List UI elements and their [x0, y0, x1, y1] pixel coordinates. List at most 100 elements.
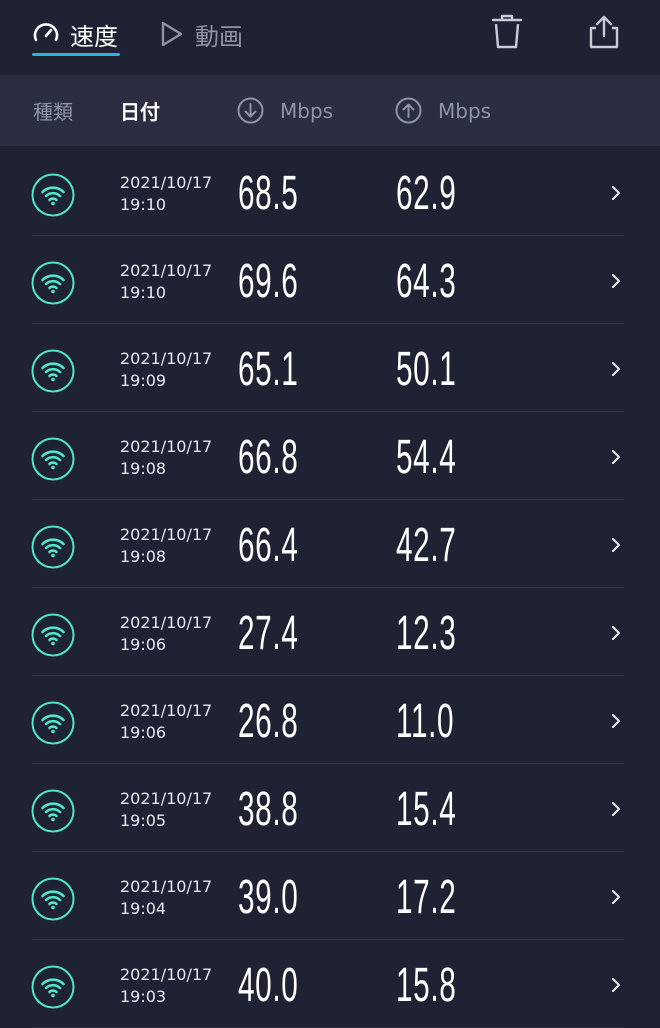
wifi-icon [31, 261, 75, 305]
upload-unit-label: Mbps [438, 98, 492, 123]
result-row[interactable]: 2021/10/17 19:08 66.8 54.4 [0, 412, 660, 500]
wifi-icon [31, 701, 75, 745]
result-date: 2021/10/17 [120, 173, 213, 192]
download-speed-value: 38.8 [238, 783, 299, 836]
result-datetime: 2021/10/17 19:08 [120, 436, 212, 480]
wifi-icon [31, 173, 75, 217]
arrow-up-circle-icon [395, 97, 422, 124]
result-date: 2021/10/17 [120, 789, 213, 808]
result-date: 2021/10/17 [120, 437, 213, 456]
arrow-down-circle-icon [237, 97, 264, 124]
result-row[interactable]: 2021/10/17 19:08 66.4 42.7 [0, 500, 660, 588]
result-row[interactable]: 2021/10/17 19:03 40.0 15.8 [0, 940, 660, 1028]
result-datetime: 2021/10/17 19:06 [120, 612, 212, 656]
result-time: 19:08 [120, 547, 167, 566]
result-time: 19:03 [120, 987, 167, 1006]
result-time: 19:08 [120, 459, 167, 478]
upload-column-header[interactable]: Mbps [395, 75, 491, 146]
result-row[interactable]: 2021/10/17 19:10 69.6 64.3 [0, 236, 660, 324]
chevron-right-icon [612, 714, 620, 728]
result-date: 2021/10/17 [120, 613, 213, 632]
result-datetime: 2021/10/17 19:06 [120, 700, 212, 744]
result-date: 2021/10/17 [120, 701, 213, 720]
result-date: 2021/10/17 [120, 877, 213, 896]
chevron-right-icon [612, 274, 620, 288]
chevron-right-icon [612, 978, 620, 992]
top-bar: 速度 動画 [0, 0, 660, 75]
upload-speed-value: 15.8 [396, 959, 457, 1012]
upload-speed-value: 17.2 [396, 871, 457, 924]
download-speed-value: 69.6 [238, 255, 299, 308]
play-icon [161, 21, 183, 47]
result-time: 19:10 [120, 283, 167, 302]
result-datetime: 2021/10/17 19:04 [120, 876, 212, 920]
trash-icon[interactable] [490, 14, 524, 50]
wifi-icon [31, 789, 75, 833]
upload-speed-value: 12.3 [396, 607, 457, 660]
download-speed-value: 26.8 [238, 695, 299, 748]
upload-speed-value: 50.1 [396, 343, 457, 396]
result-datetime: 2021/10/17 19:05 [120, 788, 212, 832]
date-column-header[interactable]: 日付 [120, 75, 160, 146]
result-datetime: 2021/10/17 19:10 [120, 172, 212, 216]
wifi-icon [31, 349, 75, 393]
upload-speed-value: 64.3 [396, 255, 457, 308]
results-list: 2021/10/17 19:10 68.5 62.9 2021/10/17 19… [0, 148, 660, 1028]
download-speed-value: 39.0 [238, 871, 299, 924]
result-row[interactable]: 2021/10/17 19:05 38.8 15.4 [0, 764, 660, 852]
chevron-right-icon [612, 626, 620, 640]
tab-video-label: 動画 [195, 22, 243, 51]
wifi-icon [31, 437, 75, 481]
result-row[interactable]: 2021/10/17 19:06 27.4 12.3 [0, 588, 660, 676]
chevron-right-icon [612, 538, 620, 552]
result-row[interactable]: 2021/10/17 19:06 26.8 11.0 [0, 676, 660, 764]
upload-speed-value: 62.9 [396, 167, 457, 220]
results-table-header: 種類 日付 Mbps Mbps [0, 75, 660, 146]
result-date: 2021/10/17 [120, 525, 213, 544]
result-time: 19:06 [120, 723, 167, 742]
result-time: 19:09 [120, 371, 167, 390]
result-row[interactable]: 2021/10/17 19:04 39.0 17.2 [0, 852, 660, 940]
result-date: 2021/10/17 [120, 965, 213, 984]
chevron-right-icon [612, 802, 620, 816]
chevron-right-icon [612, 450, 620, 464]
download-speed-value: 65.1 [238, 343, 299, 396]
result-datetime: 2021/10/17 19:08 [120, 524, 212, 568]
result-date: 2021/10/17 [120, 261, 213, 280]
tab-speed[interactable]: 速度 [32, 14, 118, 54]
result-datetime: 2021/10/17 19:03 [120, 964, 212, 1008]
download-speed-value: 27.4 [238, 607, 299, 660]
upload-speed-value: 15.4 [396, 783, 457, 836]
result-date: 2021/10/17 [120, 349, 213, 368]
upload-speed-value: 42.7 [396, 519, 457, 572]
download-speed-value: 66.4 [238, 519, 299, 572]
result-time: 19:10 [120, 195, 167, 214]
result-datetime: 2021/10/17 19:10 [120, 260, 212, 304]
active-tab-indicator [32, 53, 120, 56]
result-datetime: 2021/10/17 19:09 [120, 348, 212, 392]
result-row[interactable]: 2021/10/17 19:10 68.5 62.9 [0, 148, 660, 236]
download-speed-value: 40.0 [238, 959, 299, 1012]
tab-video[interactable]: 動画 [157, 14, 243, 54]
tab-speed-label: 速度 [70, 22, 118, 51]
result-time: 19:04 [120, 899, 167, 918]
chevron-right-icon [612, 362, 620, 376]
result-time: 19:06 [120, 635, 167, 654]
chevron-right-icon [612, 186, 620, 200]
download-unit-label: Mbps [280, 98, 334, 123]
download-column-header[interactable]: Mbps [237, 75, 333, 146]
download-speed-value: 68.5 [238, 167, 299, 220]
wifi-icon [31, 965, 75, 1009]
type-column-header[interactable]: 種類 [33, 75, 73, 146]
result-time: 19:05 [120, 811, 167, 830]
speedometer-icon [33, 23, 59, 42]
result-row[interactable]: 2021/10/17 19:09 65.1 50.1 [0, 324, 660, 412]
share-icon[interactable] [587, 14, 621, 50]
upload-speed-value: 54.4 [396, 431, 457, 484]
chevron-right-icon [612, 890, 620, 904]
wifi-icon [31, 525, 75, 569]
wifi-icon [31, 877, 75, 921]
download-speed-value: 66.8 [238, 431, 299, 484]
upload-speed-value: 11.0 [396, 695, 455, 748]
wifi-icon [31, 613, 75, 657]
